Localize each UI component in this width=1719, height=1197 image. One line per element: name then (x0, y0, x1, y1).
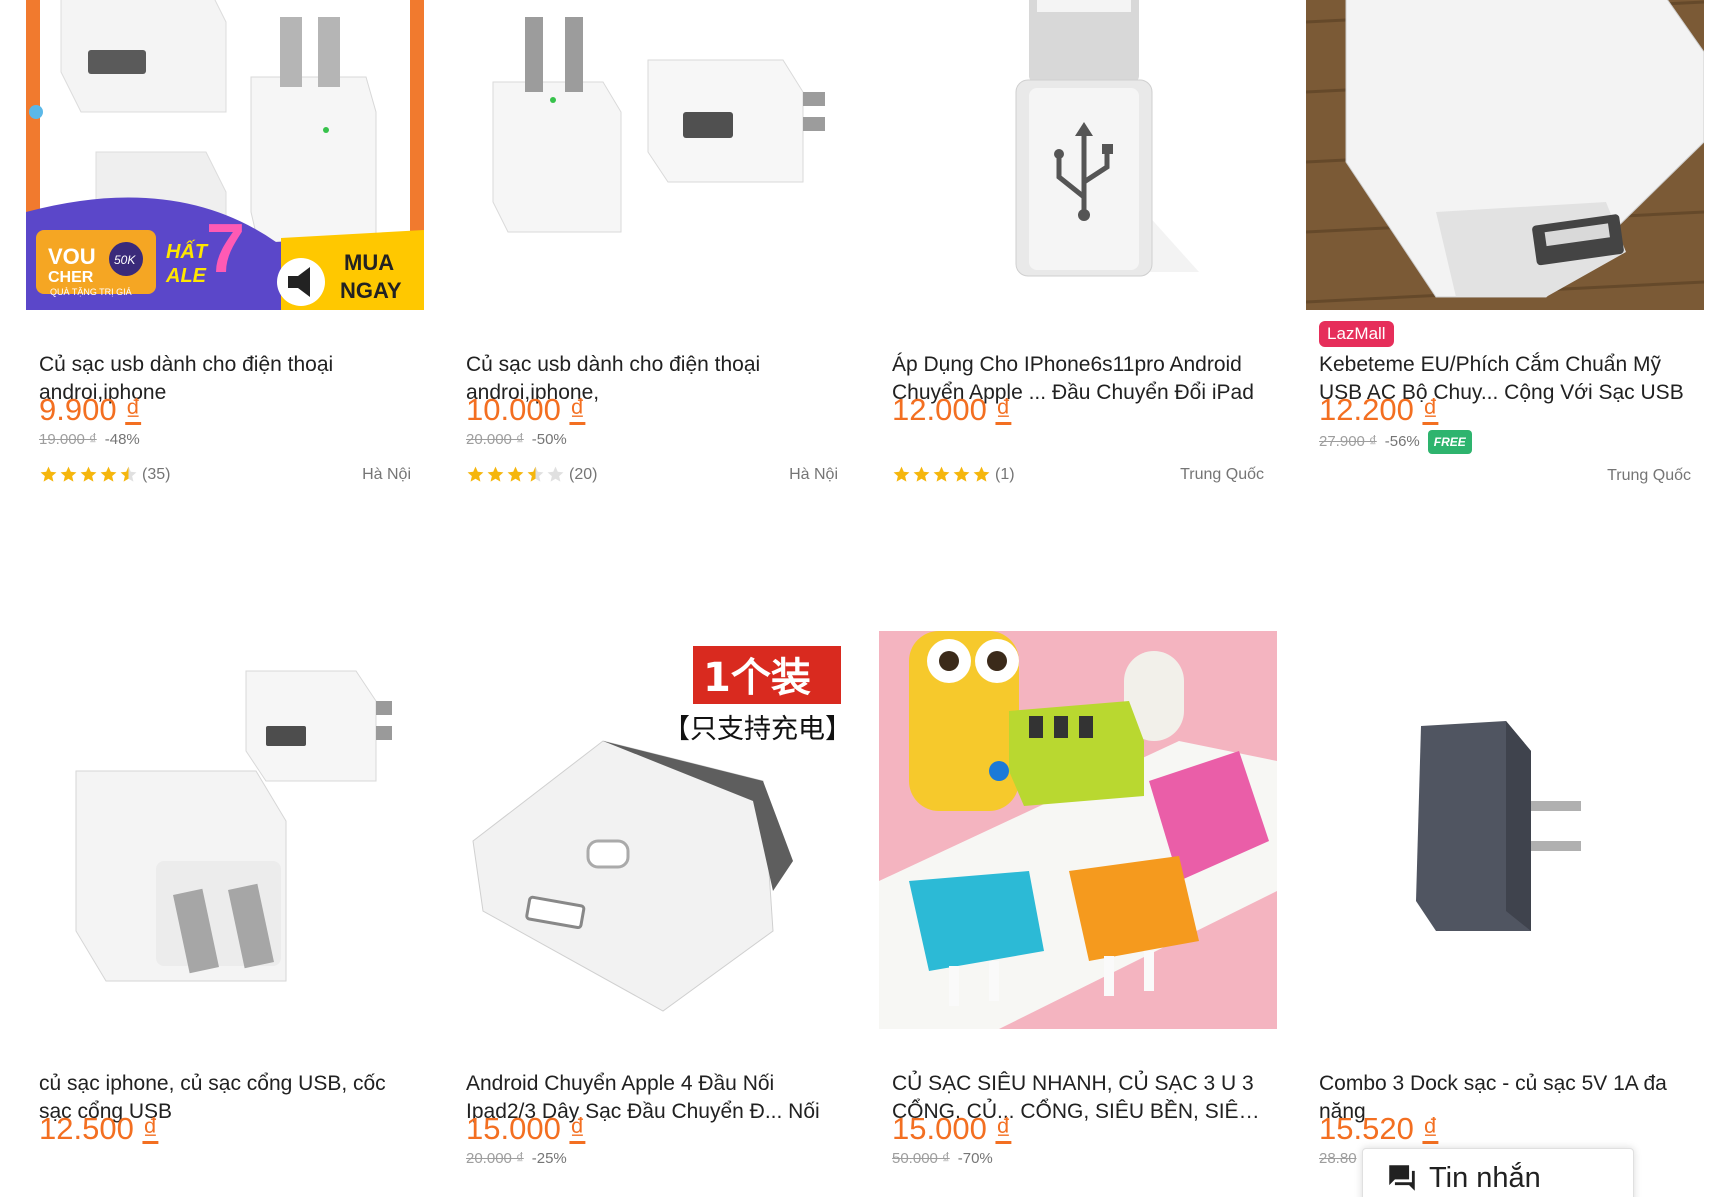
voucher-value: 50K (114, 253, 136, 267)
star-icon (892, 465, 911, 484)
product-price: 15.520 ₫ (1319, 1111, 1439, 1146)
lazmall-badge: LazMall (1319, 321, 1394, 347)
product-image[interactable]: 1个装 【只支持充电】 (453, 631, 851, 1029)
original-price: 27.900 ₫ (1319, 433, 1377, 450)
price-original-row: 28.80 (1319, 1149, 1365, 1169)
rating-count: (20) (569, 465, 598, 483)
sale-text-2: ALE (165, 265, 207, 287)
star-icon (486, 465, 505, 484)
discount-badge: -25% (531, 1150, 567, 1167)
star-icon (546, 465, 565, 484)
original-price: 28.80 (1319, 1150, 1357, 1167)
price-original-row: 27.900 ₫ -56% FREE (1319, 430, 1472, 454)
product-meta: (35) Hà Nội (39, 465, 411, 484)
star-icon (506, 465, 525, 484)
star-icon (59, 465, 78, 484)
image-note-text: 【只支持充电】 (663, 714, 851, 745)
product-price: 12.200 ₫ (1319, 392, 1439, 427)
product-price: 10.000 ₫ (466, 392, 586, 427)
rating-stars: (35) (39, 465, 170, 484)
chat-label: Tin nhắn (1429, 1161, 1541, 1194)
product-meta: (20) Hà Nội (466, 465, 838, 484)
product-image[interactable] (26, 631, 424, 1029)
rating-stars: (20) (466, 465, 597, 484)
original-price: 50.000 ₫ (892, 1150, 950, 1167)
price-original-row: 20.000 ₫ -50% (466, 430, 567, 450)
voucher-sub: QUÀ TẶNG TRỊ GIÁ (50, 287, 132, 297)
star-icon (119, 465, 138, 484)
original-price: 20.000 ₫ (466, 431, 524, 448)
product-meta: Trung Quốc (1319, 467, 1691, 485)
discount-badge: -50% (531, 431, 567, 448)
star-icon (99, 465, 118, 484)
product-grid: VOU CHER 50K QUÀ TẶNG TRỊ GIÁ HẤT ALE 7 … (0, 0, 1719, 1197)
cta-text: MUA (344, 250, 394, 275)
cta-text-2: NGAY (340, 278, 402, 303)
sale-text: HẤT (166, 239, 209, 263)
original-price: 19.000 ₫ (39, 431, 97, 448)
product-location: Hà Nội (789, 465, 838, 483)
product-price: 9.900 ₫ (39, 392, 142, 427)
voucher-text: VOU (48, 244, 96, 269)
product-image[interactable] (879, 631, 1277, 1029)
product-price: 15.000 ₫ (466, 1111, 586, 1146)
chat-button[interactable]: Tin nhắn (1362, 1148, 1634, 1197)
star-icon (972, 465, 991, 484)
original-price: 20.000 ₫ (466, 1150, 524, 1167)
product-image[interactable] (453, 0, 851, 310)
rating-count: (1) (995, 465, 1015, 483)
product-image[interactable] (879, 0, 1277, 310)
image-count-text: 1个装 (703, 655, 811, 701)
discount-badge: -56% (1384, 433, 1420, 450)
star-icon (952, 465, 971, 484)
product-price: 12.000 ₫ (892, 392, 1012, 427)
rating-count: (35) (142, 465, 171, 483)
star-icon (912, 465, 931, 484)
price-original-row: 19.000 ₫ -48% (39, 430, 140, 450)
product-location: Trung Quốc (1180, 465, 1264, 483)
product-image[interactable] (1306, 0, 1704, 310)
price-original-row: 50.000 ₫ -70% (892, 1149, 993, 1169)
voucher-text-2: CHER (48, 269, 94, 286)
free-shipping-badge: FREE (1427, 430, 1472, 454)
product-location: Hà Nội (362, 465, 411, 483)
chat-icon (1385, 1161, 1419, 1195)
discount-badge: -70% (957, 1150, 993, 1167)
product-meta: (1) Trung Quốc (892, 465, 1264, 484)
star-icon (932, 465, 951, 484)
star-icon (79, 465, 98, 484)
star-icon (466, 465, 485, 484)
price-original-row: 20.000 ₫ -25% (466, 1149, 567, 1169)
product-image[interactable]: VOU CHER 50K QUÀ TẶNG TRỊ GIÁ HẤT ALE 7 … (26, 0, 424, 310)
rating-stars: (1) (892, 465, 1015, 484)
star-icon (39, 465, 58, 484)
product-price: 15.000 ₫ (892, 1111, 1012, 1146)
product-location: Trung Quốc (1607, 467, 1691, 484)
discount-badge: -48% (104, 431, 140, 448)
promo-number: 7 (206, 209, 245, 287)
product-price: 12.500 ₫ (39, 1111, 159, 1146)
star-icon (526, 465, 545, 484)
product-image[interactable] (1306, 631, 1704, 1029)
